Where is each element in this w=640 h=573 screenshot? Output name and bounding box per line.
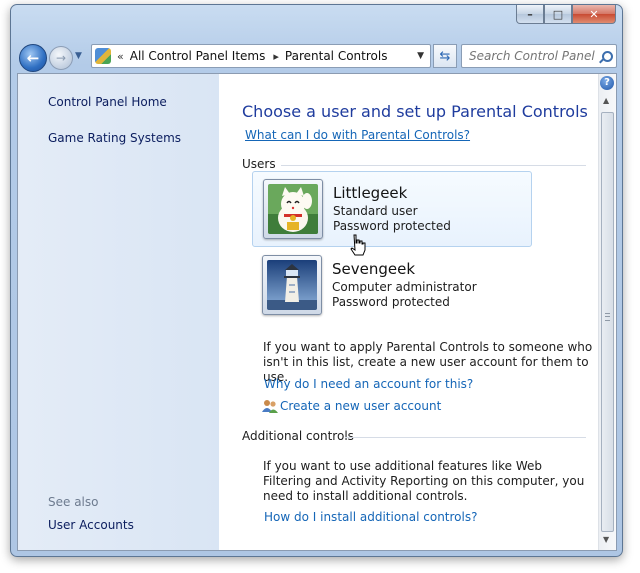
sidebar-item-user-accounts[interactable]: User Accounts [48, 518, 134, 532]
install-additional-controls-link[interactable]: How do I install additional controls? [264, 510, 477, 524]
back-arrow-icon: ← [26, 49, 40, 67]
user-account-type: Standard user [333, 204, 418, 218]
user-name: Littlegeek [333, 184, 408, 202]
parental-controls-help-link[interactable]: What can I do with Parental Controls? [245, 128, 470, 142]
navigation-bar: ← → ▼ « All Control Panel Items ▸ Parent… [17, 41, 617, 72]
forward-arrow-icon: → [55, 51, 67, 65]
sidebar-item-control-panel-home[interactable]: Control Panel Home [48, 95, 167, 109]
additional-controls-divider [345, 437, 586, 438]
scroll-grip-icon [605, 313, 610, 321]
lighthouse-avatar-icon [267, 260, 317, 310]
scroll-down-icon[interactable]: ▼ [603, 535, 609, 544]
avatar [262, 255, 322, 315]
help-icon[interactable]: ? [600, 76, 614, 90]
why-need-account-link[interactable]: Why do I need an account for this? [264, 377, 473, 391]
additional-controls-section-label: Additional controls [242, 429, 354, 443]
breadcrumb-parental-controls[interactable]: Parental Controls [285, 49, 388, 63]
lucky-cat-avatar-icon [268, 184, 318, 234]
users-section-label: Users [242, 157, 276, 171]
create-user-account-row[interactable]: Create a new user account [262, 398, 441, 414]
refresh-button[interactable]: ⇆ [433, 44, 457, 68]
sidebar-item-game-rating-systems[interactable]: Game Rating Systems [48, 131, 181, 145]
scroll-up-icon[interactable]: ▲ [603, 96, 609, 105]
forward-button[interactable]: → [49, 46, 73, 70]
user-password-status: Password protected [332, 295, 450, 309]
users-icon [262, 400, 278, 413]
user-password-status: Password protected [333, 219, 451, 233]
user-account-type: Computer administrator [332, 280, 477, 294]
back-button[interactable]: ← [19, 44, 47, 72]
breadcrumb-all-control-panel-items[interactable]: All Control Panel Items [130, 49, 266, 63]
user-name: Sevengeek [332, 260, 416, 278]
hand-cursor-icon [350, 234, 366, 256]
breadcrumb-separator-icon[interactable]: ▸ [273, 50, 279, 63]
main-panel: Choose a user and set up Parental Contro… [219, 74, 598, 550]
search-icon[interactable] [601, 51, 613, 62]
address-dropdown-icon[interactable]: ▼ [417, 51, 424, 61]
close-button[interactable]: ✕ [572, 5, 616, 24]
caption-buttons: – □ ✕ [516, 5, 616, 25]
control-panel-icon [95, 48, 111, 64]
users-divider [281, 165, 586, 166]
minimize-button[interactable]: – [516, 5, 544, 24]
search-input[interactable] [467, 48, 599, 64]
create-user-account-link[interactable]: Create a new user account [280, 399, 441, 413]
page-title: Choose a user and set up Parental Contro… [242, 102, 588, 121]
address-bar[interactable]: « All Control Panel Items ▸ Parental Con… [91, 44, 431, 68]
content-area: Control Panel Home Game Rating Systems S… [17, 73, 617, 551]
breadcrumb-overflow-icon[interactable]: « [117, 50, 124, 63]
refresh-icon: ⇆ [439, 48, 451, 64]
search-box[interactable] [461, 44, 617, 68]
vertical-scrollbar[interactable]: ? ▲ ▼ [598, 74, 616, 550]
sidebar: Control Panel Home Game Rating Systems S… [18, 74, 219, 550]
control-panel-window: – □ ✕ ← → ▼ « All Control Panel Items ▸ … [10, 4, 623, 557]
see-also-heading: See also [48, 495, 99, 509]
maximize-button[interactable]: □ [544, 5, 572, 24]
additional-controls-info-text: If you want to use additional features l… [263, 459, 585, 503]
user-tile-littlegeek[interactable]: Littlegeek Standard user Password protec… [252, 171, 532, 247]
user-tile-sevengeek[interactable]: Sevengeek Computer administrator Passwor… [252, 248, 530, 322]
avatar [263, 179, 323, 239]
scroll-thumb[interactable] [601, 112, 614, 532]
recent-pages-dropdown-icon[interactable]: ▼ [75, 51, 82, 61]
